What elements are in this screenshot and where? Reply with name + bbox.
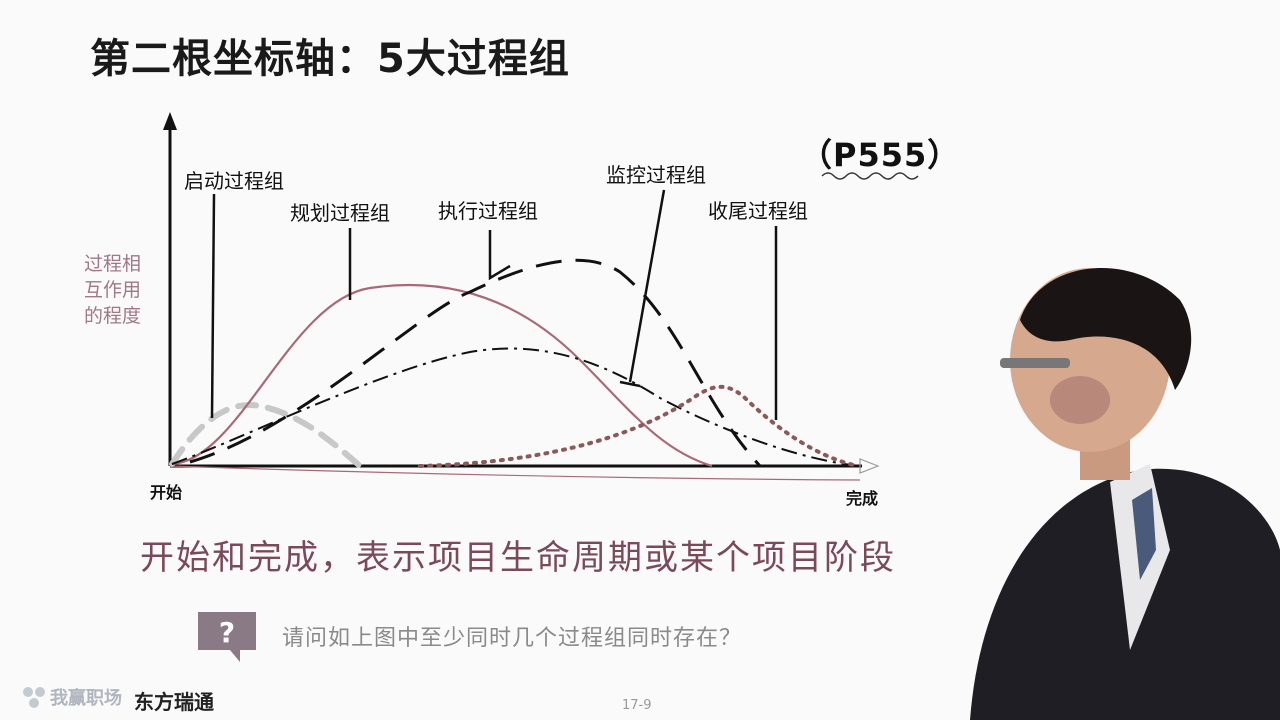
svg-text:?: ? bbox=[219, 616, 235, 649]
monitoring-leader bbox=[628, 189, 666, 383]
page-number: 17-9 bbox=[622, 698, 652, 713]
question-text: 请问如上图中至少同时几个过程组同时存在？ bbox=[282, 626, 743, 651]
label-executing: 执行过程组 bbox=[438, 199, 538, 223]
y-label-line-2: 互作用 bbox=[84, 279, 141, 301]
label-planning: 规划过程组 bbox=[290, 201, 390, 225]
page-ref-underline bbox=[821, 172, 919, 180]
monitoring-leader-cap bbox=[619, 380, 641, 388]
y-label-line-3: 的程度 bbox=[84, 305, 141, 327]
executing-curve bbox=[189, 258, 762, 468]
label-closing: 收尾过程组 bbox=[708, 199, 808, 223]
initiating-curve bbox=[169, 402, 363, 469]
caption: 开始和完成，表示项目生命周期或某个项目阶段 bbox=[140, 538, 896, 578]
logo-left: 我赢职场 bbox=[20, 684, 122, 710]
x-start-label: 开始 bbox=[150, 483, 182, 502]
label-monitoring: 监控过程组 bbox=[606, 163, 706, 187]
y-axis-arrow bbox=[163, 112, 177, 130]
executing-leader bbox=[488, 230, 511, 281]
x-axis-arrow bbox=[859, 458, 880, 474]
initiating-leader bbox=[210, 193, 216, 419]
logo-left-text: 我赢职场 bbox=[50, 688, 122, 709]
x-end-label: 完成 bbox=[846, 489, 878, 508]
logo-right: 东方瑞通 bbox=[134, 690, 214, 714]
question-bubble-icon: ? bbox=[198, 612, 256, 662]
y-label-line-1: 过程相 bbox=[84, 253, 141, 275]
baseline-curve bbox=[169, 465, 861, 481]
label-initiating: 启动过程组 bbox=[184, 169, 284, 193]
closing-curve bbox=[418, 384, 860, 468]
presenter-figure bbox=[970, 267, 1280, 720]
logo-mark-icon bbox=[23, 687, 45, 708]
